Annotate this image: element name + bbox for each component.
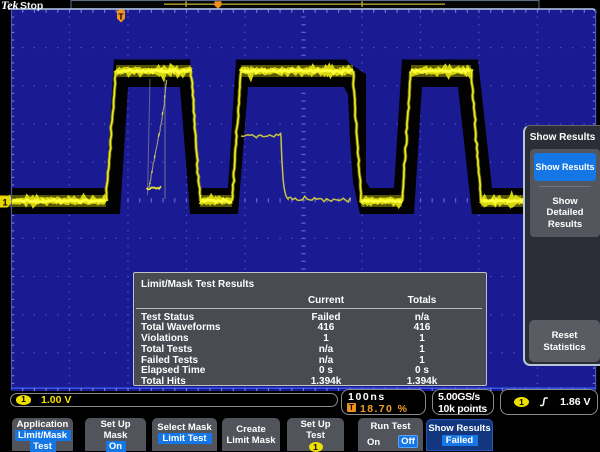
svg-text:T: T [118, 12, 124, 22]
svg-text:1: 1 [2, 198, 7, 208]
